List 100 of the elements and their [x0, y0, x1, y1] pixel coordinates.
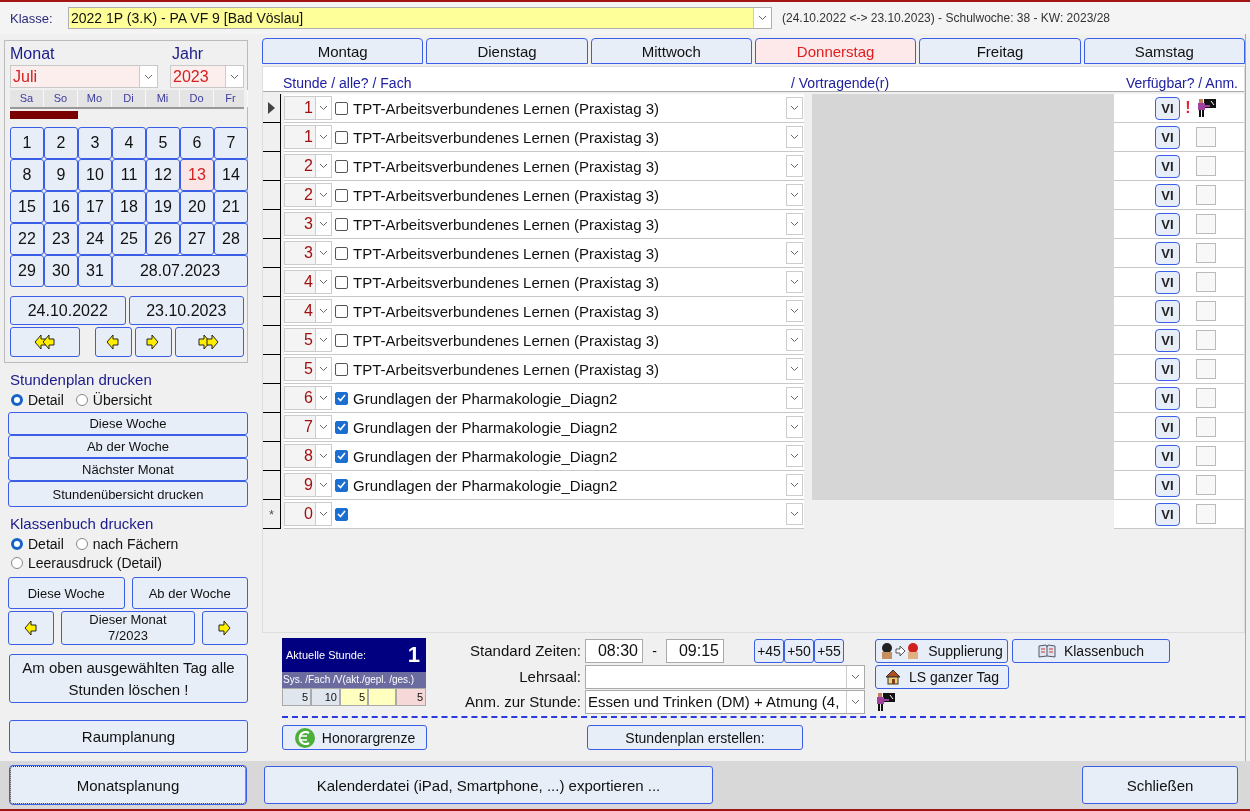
day-tab[interactable]: Freitag	[919, 38, 1081, 64]
fee-limit-button[interactable]: Honorargrenze	[282, 725, 427, 750]
availability-button[interactable]: VI	[1155, 96, 1180, 120]
radio-option[interactable]: Leerausdruck (Detail)	[11, 555, 162, 571]
day-button[interactable]: 18	[112, 191, 146, 223]
delete-button[interactable]: Am oben ausgewählten Tag alle Stunden löschen !	[9, 654, 248, 703]
hour-dropdown[interactable]: 5	[284, 328, 332, 352]
time-field[interactable]: 09:15	[666, 638, 724, 663]
day-tab[interactable]: Samstag	[1083, 38, 1245, 64]
year-dropdown[interactable]: 2023	[170, 65, 244, 88]
day-tab[interactable]: Dienstag	[426, 38, 588, 64]
day-button[interactable]: 20	[180, 191, 214, 223]
record-selector[interactable]	[263, 384, 281, 413]
availability-button[interactable]: VI	[1155, 270, 1180, 294]
increment-button[interactable]: +50	[784, 638, 814, 663]
day-button[interactable]: 26	[146, 223, 180, 255]
class-dropdown[interactable]: 2022 1P (3.K) - PA VF 9 [Bad Vöslau]	[68, 7, 772, 29]
action-button[interactable]: Klassenbuch	[1012, 638, 1170, 663]
hour-dropdown[interactable]: 6	[284, 386, 332, 410]
nav-button[interactable]	[174, 327, 244, 357]
hour-dropdown[interactable]: 2	[284, 154, 332, 178]
checkbox[interactable]	[335, 507, 348, 521]
hour-dropdown[interactable]: 9	[284, 473, 332, 497]
day-button[interactable]: 8	[10, 159, 44, 191]
day-button[interactable]: 14	[214, 159, 248, 191]
radio-option[interactable]: Detail	[11, 392, 64, 408]
day-button[interactable]: 22	[10, 223, 44, 255]
hour-dropdown[interactable]: 5	[284, 357, 332, 381]
availability-button[interactable]: VI	[1155, 212, 1180, 236]
day-button[interactable]: 29	[10, 255, 44, 287]
checkbox[interactable]	[335, 246, 348, 260]
checkbox[interactable]	[335, 188, 348, 202]
day-button[interactable]: 9	[44, 159, 78, 191]
availability-button[interactable]: VI	[1155, 125, 1180, 149]
date-button[interactable]: 23.10.2023	[128, 296, 244, 325]
day-button[interactable]: 2	[44, 127, 78, 159]
availability-button[interactable]: VI	[1155, 415, 1180, 439]
print-button[interactable]: Stundenübersicht drucken	[8, 481, 248, 507]
day-tab[interactable]: Mittwoch	[590, 38, 752, 64]
checkbox[interactable]	[335, 391, 348, 405]
hour-dropdown[interactable]: 8	[284, 444, 332, 468]
day-button[interactable]: 16	[44, 191, 78, 223]
day-button[interactable]: 12	[146, 159, 180, 191]
day-button[interactable]: 7	[214, 127, 248, 159]
day-button[interactable]: 10	[78, 159, 112, 191]
availability-button[interactable]: VI	[1155, 241, 1180, 265]
day-button[interactable]: 21	[214, 191, 248, 223]
hour-dropdown[interactable]: 0	[284, 502, 332, 526]
month-dropdown[interactable]: Juli	[10, 65, 158, 88]
day-button[interactable]: 6	[180, 127, 214, 159]
record-selector[interactable]	[263, 239, 281, 268]
record-selector[interactable]	[263, 210, 281, 239]
checkbox[interactable]	[335, 130, 348, 144]
room-planning-button[interactable]: Raumplanung	[9, 720, 248, 753]
nav-button[interactable]	[94, 327, 132, 357]
day-button[interactable]: 4	[112, 127, 146, 159]
month-button[interactable]: Dieser Monat 7/2023	[61, 611, 195, 645]
checkbox[interactable]	[335, 449, 348, 463]
day-button[interactable]: 11	[112, 159, 146, 191]
day-button[interactable]: 28	[214, 223, 248, 255]
record-selector[interactable]	[263, 123, 281, 152]
availability-button[interactable]: VI	[1155, 386, 1180, 410]
record-selector[interactable]	[263, 471, 281, 500]
footer-button[interactable]: Schließen	[1082, 766, 1238, 804]
action-button[interactable]: Supplierung	[875, 638, 1008, 663]
availability-button[interactable]: VI	[1155, 299, 1180, 323]
checkbox[interactable]	[335, 478, 348, 492]
footer-button[interactable]: Kalenderdatei (iPad, Smartphone, ...) exportieren ...	[264, 766, 713, 804]
record-selector[interactable]	[263, 413, 281, 442]
day-button[interactable]: 24	[78, 223, 112, 255]
record-selector[interactable]	[263, 94, 281, 123]
availability-button[interactable]: VI	[1155, 328, 1180, 352]
record-selector[interactable]	[263, 297, 281, 326]
day-button[interactable]: 27	[180, 223, 214, 255]
record-selector[interactable]	[263, 355, 281, 384]
checkbox[interactable]	[335, 275, 348, 289]
print-button[interactable]: Diese Woche	[8, 577, 125, 609]
hour-dropdown[interactable]: 2	[284, 183, 332, 207]
day-button[interactable]: 31	[78, 255, 112, 287]
day-button[interactable]: 1	[10, 127, 44, 159]
increment-button[interactable]: +55	[814, 638, 844, 663]
record-selector[interactable]	[263, 268, 281, 297]
print-button[interactable]: Nächster Monat	[8, 458, 248, 481]
checkbox[interactable]	[335, 420, 348, 434]
footer-button[interactable]: Monatsplanung	[10, 766, 246, 804]
increment-button[interactable]: +45	[754, 638, 784, 663]
nav-button[interactable]	[10, 327, 80, 357]
action-button[interactable]: LS ganzer Tag	[875, 664, 1009, 689]
day-button[interactable]: 23	[44, 223, 78, 255]
day-button[interactable]: 13	[180, 159, 214, 191]
availability-button[interactable]: VI	[1155, 183, 1180, 207]
day-button[interactable]: 3	[78, 127, 112, 159]
checkbox[interactable]	[335, 304, 348, 318]
checkbox[interactable]	[335, 101, 348, 115]
radio-option[interactable]: Detail	[11, 536, 64, 552]
day-button[interactable]: 5	[146, 127, 180, 159]
create-timetable-button[interactable]: Stundenplan erstellen:	[587, 725, 803, 750]
day-button[interactable]: 15	[10, 191, 44, 223]
record-selector[interactable]	[263, 442, 281, 471]
availability-button[interactable]: VI	[1155, 154, 1180, 178]
